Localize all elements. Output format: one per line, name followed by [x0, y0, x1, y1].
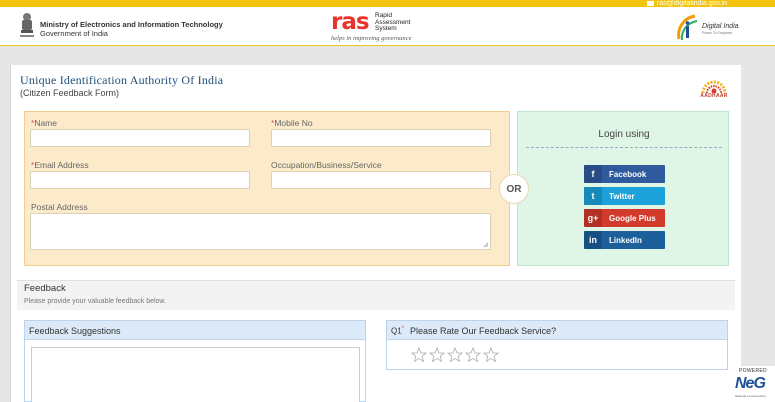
rating-question-header: Q1* Please Rate Our Feedback Service? [387, 321, 727, 340]
social-login-panel: Login using f Facebook t Twitter g+ Goog… [517, 111, 729, 266]
digital-india-logo: Digital India Power To Empower [675, 11, 745, 45]
twitter-icon: t [584, 187, 602, 205]
aadhaar-text: AADHAAR [700, 93, 728, 99]
google-plus-label: Google Plus [609, 213, 656, 223]
ras-logo-mark: ras [331, 9, 370, 35]
contact-email[interactable]: ras@digitalindia.gov.in [646, 0, 727, 7]
powered-by-badge: POWERED NeG National e-Governance [731, 366, 775, 402]
linkedin-login-button[interactable]: in LinkedIn [584, 231, 665, 249]
ras-tagline: helps in improving governance [331, 35, 412, 42]
occupation-label: Occupation/Business/Service [271, 160, 382, 170]
email-label-text: Email Address [34, 160, 89, 170]
page-title: Unique Identification Authority Of India [20, 73, 224, 87]
neg-logo-subtext: National e-Governance [735, 394, 766, 398]
neg-logo: NeG [735, 375, 766, 392]
contact-email-text: ras@digitalindia.gov.in [656, 0, 727, 7]
email-label: *Email Address [31, 160, 89, 170]
resize-handle-icon[interactable] [483, 242, 489, 248]
postal-address-textarea[interactable] [30, 213, 491, 250]
star-icon[interactable] [465, 347, 481, 362]
feedback-title: Feedback [24, 283, 66, 294]
mobile-label-text: Mobile No [274, 118, 313, 128]
star-icon[interactable] [447, 347, 463, 362]
question-text: Please Rate Our Feedback Service? [410, 326, 557, 336]
postal-address-label: Postal Address [31, 202, 88, 212]
google-plus-icon: g+ [584, 209, 602, 227]
facebook-icon: f [584, 165, 602, 183]
ministry-name: Ministry of Electronics and Information … [40, 20, 223, 38]
aadhaar-logo: AADHAAR [696, 74, 732, 101]
email-input[interactable] [30, 171, 250, 189]
twitter-label: Twitter [609, 191, 635, 201]
national-emblem-icon [20, 13, 34, 37]
ras-sub-system: System [375, 25, 397, 33]
login-divider [526, 147, 722, 148]
facebook-login-button[interactable]: f Facebook [584, 165, 665, 183]
feedback-section-header: Feedback Please provide your valuable fe… [17, 280, 735, 310]
form-header: Unique Identification Authority Of India… [11, 65, 742, 103]
question-required-mark: * [401, 326, 405, 332]
page-subtitle: (Citizen Feedback Form) [20, 88, 120, 98]
linkedin-label: LinkedIn [609, 235, 642, 245]
question-number-text: Q1 [391, 326, 402, 336]
digital-india-text: Digital India [702, 23, 739, 30]
name-label-text: Name [34, 118, 57, 128]
login-title: Login using [598, 129, 650, 140]
ministry-line1: Ministry of Electronics and Information … [40, 20, 223, 29]
digital-india-subtext: Power To Empower [702, 31, 733, 35]
feedback-suggestions-textarea[interactable] [31, 347, 360, 402]
mobile-label: *Mobile No [271, 118, 313, 128]
name-input[interactable] [30, 129, 250, 147]
star-icon[interactable] [429, 347, 445, 362]
name-label: *Name [31, 118, 57, 128]
mobile-input[interactable] [271, 129, 491, 147]
facebook-label: Facebook [609, 169, 647, 179]
question-number: Q1* [391, 326, 405, 336]
occupation-input[interactable] [271, 171, 491, 189]
aadhaar-sun-icon [701, 80, 727, 94]
google-plus-login-button[interactable]: g+ Google Plus [584, 209, 665, 227]
linkedin-icon: in [584, 231, 602, 249]
star-icon[interactable] [411, 347, 427, 362]
or-divider: OR [499, 174, 529, 204]
ras-logo-subtext: Rapid Assessment System [375, 12, 410, 33]
digital-india-icon [677, 14, 698, 41]
mail-icon [646, 1, 654, 6]
ras-logo: ras Rapid Assessment System helps in imp… [331, 11, 431, 45]
feedback-suggestions-panel: Feedback Suggestions [24, 320, 366, 402]
powered-text: POWERED [739, 368, 767, 374]
star-icon[interactable] [483, 347, 499, 362]
feedback-suggestions-label: Feedback Suggestions [25, 321, 365, 340]
star-rating [411, 347, 499, 362]
site-header: Ministry of Electronics and Information … [0, 7, 775, 46]
feedback-form-card: Unique Identification Authority Of India… [10, 65, 741, 402]
ministry-line2: Government of India [40, 29, 108, 38]
twitter-login-button[interactable]: t Twitter [584, 187, 665, 205]
rating-question-panel: Q1* Please Rate Our Feedback Service? [386, 320, 728, 370]
citizen-details-form: *Name *Mobile No *Email Address Occupati… [24, 111, 510, 266]
feedback-note: Please provide your valuable feedback be… [24, 298, 167, 305]
